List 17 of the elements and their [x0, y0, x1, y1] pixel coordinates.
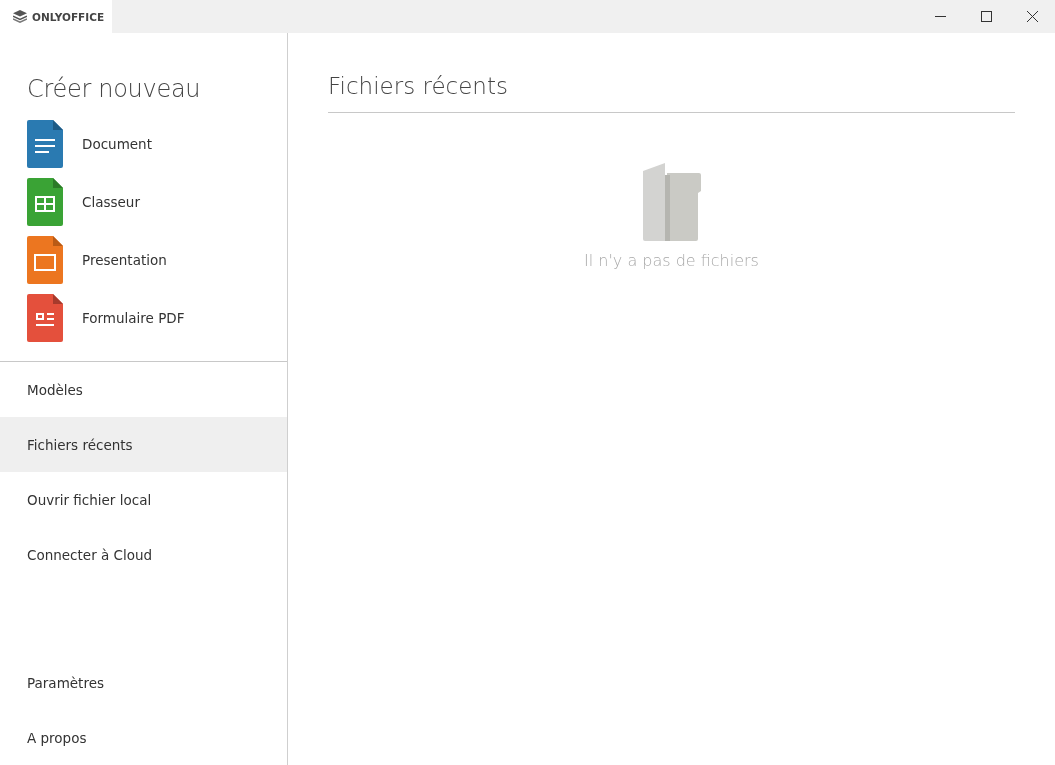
- pdf-form-file-icon: [27, 294, 63, 342]
- document-file-icon: [27, 120, 63, 168]
- empty-folder-icon: [642, 163, 701, 241]
- nav-item[interactable]: Fichiers récents: [0, 417, 287, 472]
- create-item[interactable]: Document: [82, 136, 152, 152]
- create-item[interactable]: Formulaire PDF: [82, 310, 185, 326]
- create-item[interactable]: Classeur: [82, 194, 140, 210]
- create-heading: Créer nouveau: [27, 75, 202, 103]
- maximize-icon: [980, 11, 992, 22]
- create-item[interactable]: Presentation: [82, 252, 167, 268]
- logo-icon: [13, 10, 27, 23]
- presentation-file-icon: [27, 236, 63, 284]
- empty-message: Il n'y a pas de fichiers: [584, 251, 759, 270]
- app-title: ONLYOFFICE: [32, 10, 105, 23]
- spreadsheet-file-icon: [27, 178, 63, 226]
- close-icon: [1026, 11, 1038, 22]
- page-title: Fichiers récents: [328, 73, 1015, 113]
